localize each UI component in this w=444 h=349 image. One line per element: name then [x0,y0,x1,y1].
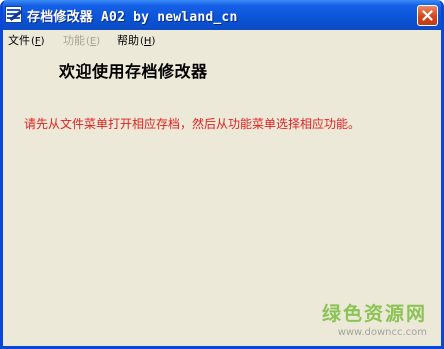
menu-file[interactable]: 文件(F) [8,32,45,48]
menu-function-mnemonic: E [89,36,97,47]
app-window: 存档修改器 A02 by newland_cn 文件(F) 功能(E) 帮助(H… [0,0,444,349]
watermark: 绿色资源网 www.downcc.com [322,299,427,338]
window-title: 存档修改器 A02 by newland_cn [27,10,238,25]
title-bar[interactable]: 存档修改器 A02 by newland_cn [3,0,441,30]
menu-help-mnemonic: H [143,36,152,47]
menu-bar: 文件(F) 功能(E) 帮助(H) [3,30,441,47]
close-icon [422,10,433,21]
menu-file-mnemonic: F [34,36,41,47]
menu-help-label: 帮助 [117,34,139,47]
menu-file-label: 文件 [8,34,30,47]
menu-help[interactable]: 帮助(H) [117,32,155,48]
menu-function[interactable]: 功能(E) [63,32,100,48]
close-button[interactable] [417,5,438,26]
watermark-url: www.downcc.com [337,327,427,338]
welcome-heading: 欢迎使用存档修改器 [59,62,208,81]
app-icon[interactable] [5,6,22,23]
watermark-text: 绿色资源网 [321,303,427,325]
menu-function-label: 功能 [63,34,85,47]
instruction-text: 请先从文件菜单打开相应存档，然后从功能菜单选择相应功能。 [24,117,361,131]
